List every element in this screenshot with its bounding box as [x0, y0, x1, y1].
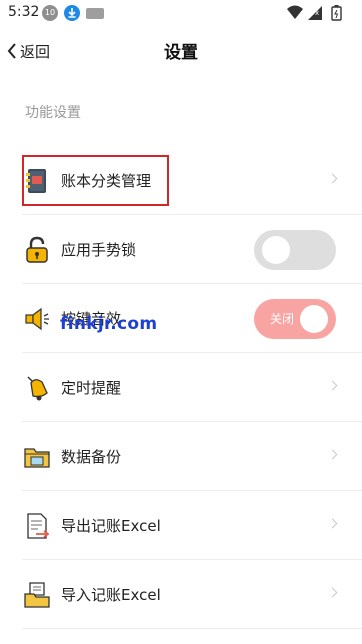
- chevron-right-icon: [327, 173, 338, 184]
- status-bar: 5:32 10 x: [0, 0, 362, 26]
- notification-badge-icon: 10: [42, 5, 58, 21]
- row-label: 导出记账Excel: [61, 517, 161, 535]
- divider: [22, 628, 362, 629]
- toggle-knob: [300, 305, 328, 333]
- watermark-text: finkjr.com: [60, 314, 158, 334]
- key-sound-toggle[interactable]: 关闭: [254, 299, 336, 339]
- padlock-icon: [22, 235, 52, 265]
- settings-row-data-backup[interactable]: 数据备份: [0, 422, 362, 491]
- row-label: 应用手势锁: [61, 241, 137, 259]
- row-label: 定时提醒: [61, 379, 122, 397]
- download-icon: [64, 5, 80, 21]
- export-document-icon: [22, 511, 52, 541]
- app-notification-icon: [86, 8, 104, 19]
- settings-row-import-excel[interactable]: 导入记账Excel: [0, 560, 362, 629]
- highlight-annotation-box: [22, 155, 169, 206]
- navigation-bar: 返回 设置: [0, 30, 362, 74]
- settings-row-reminder[interactable]: 定时提醒: [0, 353, 362, 422]
- row-label: 导入记账Excel: [61, 586, 161, 604]
- import-document-icon: [22, 580, 52, 610]
- row-label: 数据备份: [61, 448, 122, 466]
- gesture-lock-toggle[interactable]: [254, 230, 336, 270]
- folder-icon: [22, 442, 52, 472]
- battery-icon: [331, 5, 342, 21]
- settings-row-key-sound: 按键音效 关闭: [0, 284, 362, 353]
- chevron-right-icon: [327, 587, 338, 598]
- page-title: 设置: [164, 43, 198, 63]
- settings-row-gesture-lock: 应用手势锁: [0, 215, 362, 284]
- speaker-icon: [22, 304, 52, 334]
- toggle-label: 关闭: [270, 312, 295, 326]
- section-header: 功能设置: [25, 105, 81, 121]
- status-indicators: x: [284, 4, 354, 22]
- bell-icon: [22, 373, 52, 403]
- chevron-right-icon: [327, 449, 338, 460]
- chevron-right-icon: [327, 380, 338, 391]
- svg-text:x: x: [315, 9, 319, 17]
- status-time: 5:32: [8, 4, 40, 20]
- toggle-knob: [262, 236, 290, 264]
- settings-row-export-excel[interactable]: 导出记账Excel: [0, 491, 362, 560]
- signal-icon: x: [308, 6, 322, 20]
- chevron-right-icon: [327, 518, 338, 529]
- wifi-icon: [287, 5, 303, 19]
